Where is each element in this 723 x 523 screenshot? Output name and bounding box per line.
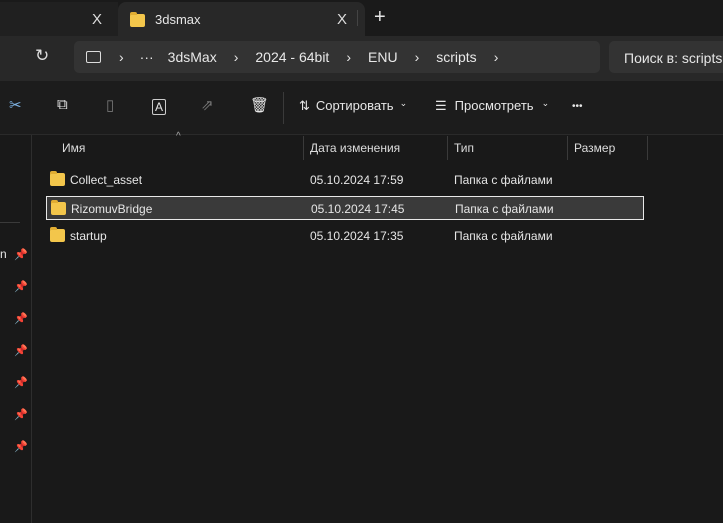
column-header-date[interactable]: Дата изменения xyxy=(310,141,400,155)
sort-ascending-icon: ^ xyxy=(176,131,181,142)
column-header-type[interactable]: Тип xyxy=(454,141,474,155)
pin-icon: 📌 xyxy=(14,249,28,261)
file-date: 05.10.2024 17:59 xyxy=(310,173,404,187)
sort-label: Сортировать xyxy=(315,98,394,113)
breadcrumb-chevron[interactable]: › xyxy=(119,49,124,65)
file-type: Папка с файлами xyxy=(454,173,553,187)
pin-icon: 📌 xyxy=(14,377,28,389)
chevron-down-icon: ⌄ xyxy=(541,98,550,108)
pin-icon: 📌 xyxy=(14,313,28,325)
folder-icon xyxy=(51,200,66,215)
breadcrumb-chevron[interactable]: › xyxy=(346,49,351,65)
column-header-size[interactable]: Размер xyxy=(574,141,615,155)
copy-icon[interactable]: ⧉ xyxy=(57,96,68,113)
file-type: Папка с файлами xyxy=(454,229,553,243)
column-header-name[interactable]: Имя xyxy=(62,141,85,155)
pin-icon: 📌 xyxy=(14,441,28,453)
chevron-down-icon: ⌄ xyxy=(399,98,408,108)
pin-icon: 📌 xyxy=(14,281,28,293)
more-options-button[interactable]: ••• xyxy=(572,101,583,112)
file-row[interactable]: startup 05.10.2024 17:35 Папка с файлами xyxy=(46,224,644,248)
rename-icon[interactable]: A xyxy=(152,99,167,115)
new-tab-button[interactable]: + xyxy=(374,6,386,29)
file-type: Папка с файлами xyxy=(455,202,554,216)
breadcrumb-2024[interactable]: 2024 - 64bit xyxy=(255,49,329,65)
file-row[interactable]: Collect_asset 05.10.2024 17:59 Папка с ф… xyxy=(46,168,644,192)
folder-icon xyxy=(130,12,145,27)
sort-icon: ⇅ xyxy=(299,98,310,113)
sidebar-divider xyxy=(31,135,32,523)
folder-icon xyxy=(50,227,65,242)
breadcrumb-chevron[interactable]: › xyxy=(415,49,420,65)
column-divider[interactable] xyxy=(303,136,304,160)
share-icon[interactable]: ⇗ xyxy=(201,96,214,114)
breadcrumb-enu[interactable]: ENU xyxy=(368,49,398,65)
file-name: startup xyxy=(70,229,107,243)
refresh-icon[interactable]: ↻ xyxy=(35,46,49,66)
address-bar[interactable]: › ··· 3dsMax › 2024 - 64bit › ENU › scri… xyxy=(74,41,600,73)
sidebar-item-label[interactable]: n xyxy=(0,247,7,261)
breadcrumb-chevron[interactable]: › xyxy=(494,49,499,65)
computer-icon xyxy=(86,51,101,63)
file-date: 05.10.2024 17:35 xyxy=(310,229,404,243)
folder-icon xyxy=(50,171,65,186)
sort-button[interactable]: ⇅ Сортировать ⌄ xyxy=(299,98,407,114)
view-label: Просмотреть xyxy=(454,98,534,113)
tab-previous[interactable]: X xyxy=(0,2,118,36)
column-divider[interactable] xyxy=(567,136,568,160)
tab-label: 3dsmax xyxy=(155,11,201,27)
tab-divider xyxy=(357,10,358,26)
file-name: RizomuvBridge xyxy=(71,202,153,216)
file-name: Collect_asset xyxy=(70,173,143,187)
paste-icon[interactable]: ▯ xyxy=(106,96,114,114)
breadcrumb-scripts[interactable]: scripts xyxy=(436,49,476,65)
file-date: 05.10.2024 17:45 xyxy=(311,202,405,216)
view-button[interactable]: ☰ Просмотреть ⌄ xyxy=(435,98,549,114)
breadcrumb-3dsmax[interactable]: 3dsMax xyxy=(168,49,217,65)
search-input[interactable]: Поиск в: scripts xyxy=(609,41,723,73)
file-row[interactable]: RizomuvBridge 05.10.2024 17:45 Папка с ф… xyxy=(46,196,644,220)
breadcrumb-more[interactable]: ··· xyxy=(140,49,154,65)
close-tab-icon[interactable]: X xyxy=(92,11,102,28)
toolbar-divider xyxy=(283,92,284,124)
delete-icon[interactable]: 🗑 xyxy=(250,96,269,114)
pin-icon: 📌 xyxy=(14,345,28,357)
view-icon: ☰ xyxy=(435,98,447,113)
pin-icon: 📌 xyxy=(14,409,28,421)
column-divider[interactable] xyxy=(447,136,448,160)
column-divider[interactable] xyxy=(647,136,648,160)
breadcrumb-chevron[interactable]: › xyxy=(234,49,239,65)
cut-icon[interactable]: ✂ xyxy=(9,96,22,114)
close-tab-icon[interactable]: X xyxy=(337,11,347,28)
tab-3dsmax[interactable]: 3dsmax X xyxy=(118,2,365,36)
sidebar-separator xyxy=(0,222,20,223)
